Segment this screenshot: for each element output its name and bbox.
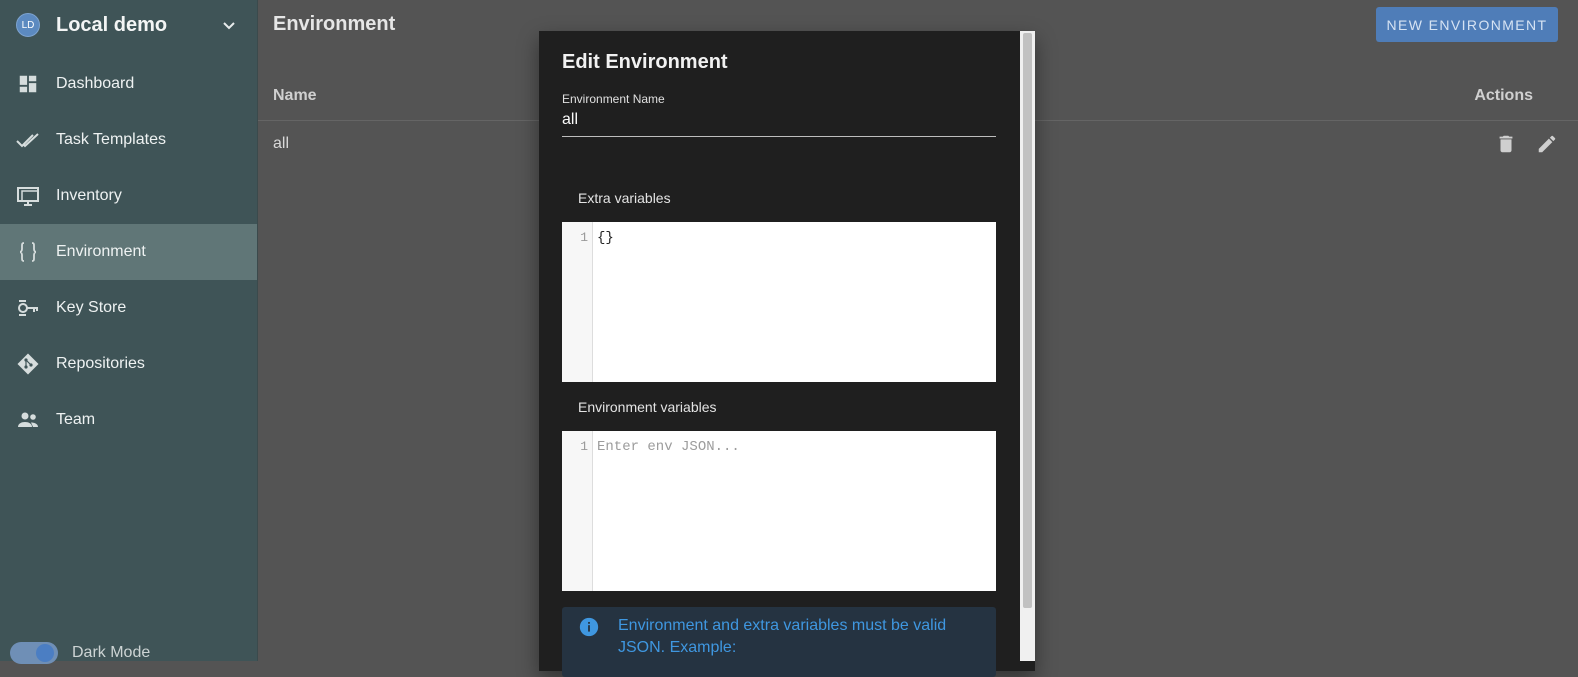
- sidebar-item-dashboard[interactable]: Dashboard: [0, 56, 257, 112]
- sidebar-item-label: Dashboard: [56, 75, 135, 92]
- double-check-icon: [16, 128, 40, 152]
- sidebar-item-label: Repositories: [56, 355, 145, 372]
- project-avatar: LD: [16, 13, 40, 37]
- environment-variables-label: Environment variables: [578, 399, 717, 415]
- sidebar-item-key-store[interactable]: Key Store: [0, 280, 257, 336]
- line-number: 1: [580, 230, 588, 245]
- scrollbar-thumb[interactable]: [1023, 33, 1032, 608]
- dialog-scrollbar[interactable]: [1020, 31, 1035, 661]
- project-selector[interactable]: LD Local demo: [0, 0, 257, 50]
- sidebar-item-inventory[interactable]: Inventory: [0, 168, 257, 224]
- line-gutter: 1: [562, 431, 593, 591]
- chevron-down-icon[interactable]: [217, 13, 241, 37]
- sidebar-nav: Dashboard Task Templates Inventory Envir…: [0, 56, 257, 448]
- toggle-thumb: [36, 644, 54, 662]
- line-number: 1: [580, 439, 588, 454]
- dark-mode-label: Dark Mode: [72, 644, 151, 661]
- sidebar-item-repositories[interactable]: Repositories: [0, 336, 257, 392]
- sidebar-item-task-templates[interactable]: Task Templates: [0, 112, 257, 168]
- environment-variables-editor[interactable]: 1 Enter env JSON...: [562, 431, 996, 591]
- people-icon: [16, 408, 40, 432]
- sidebar-item-label: Environment: [56, 243, 146, 260]
- sidebar-item-label: Team: [56, 411, 96, 428]
- new-environment-button[interactable]: NEW ENVIRONMENT: [1376, 7, 1558, 42]
- dialog-title: Edit Environment: [562, 51, 728, 73]
- line-gutter: 1: [562, 222, 593, 382]
- row-name: all: [273, 135, 290, 152]
- alert-text: Environment and extra variables must be …: [618, 617, 947, 656]
- sidebar-item-team[interactable]: Team: [0, 392, 257, 448]
- key-icon: [16, 296, 40, 320]
- extra-variables-code: {}: [597, 230, 614, 246]
- edit-icon[interactable]: [1536, 133, 1558, 155]
- extra-variables-label: Extra variables: [578, 190, 671, 206]
- environment-variables-placeholder: Enter env JSON...: [597, 439, 740, 455]
- dashboard-icon: [16, 72, 40, 96]
- extra-variables-editor[interactable]: 1 {}: [562, 222, 996, 382]
- info-icon: [579, 617, 599, 637]
- project-name: Local demo: [56, 13, 168, 36]
- info-alert: Environment and extra variables must be …: [562, 607, 996, 677]
- sidebar-item-label: Key Store: [56, 299, 127, 316]
- monitor-icon: [16, 184, 40, 208]
- environment-name-input[interactable]: all: [562, 110, 996, 137]
- edit-environment-dialog: Edit Environment Environment Name all Ex…: [539, 31, 1035, 677]
- sidebar-item-label: Task Templates: [56, 131, 166, 148]
- git-icon: [16, 352, 40, 376]
- braces-icon: [16, 240, 40, 264]
- page-title: Environment: [273, 13, 396, 35]
- column-header-name: Name: [273, 87, 317, 104]
- environment-name-label: Environment Name: [562, 92, 665, 106]
- column-header-actions: Actions: [1474, 87, 1533, 104]
- sidebar: LD Local demo Dashboard Task Templates I…: [0, 0, 258, 664]
- sidebar-item-environment[interactable]: Environment: [0, 224, 257, 280]
- sidebar-item-label: Inventory: [56, 187, 122, 204]
- delete-icon[interactable]: [1495, 133, 1517, 155]
